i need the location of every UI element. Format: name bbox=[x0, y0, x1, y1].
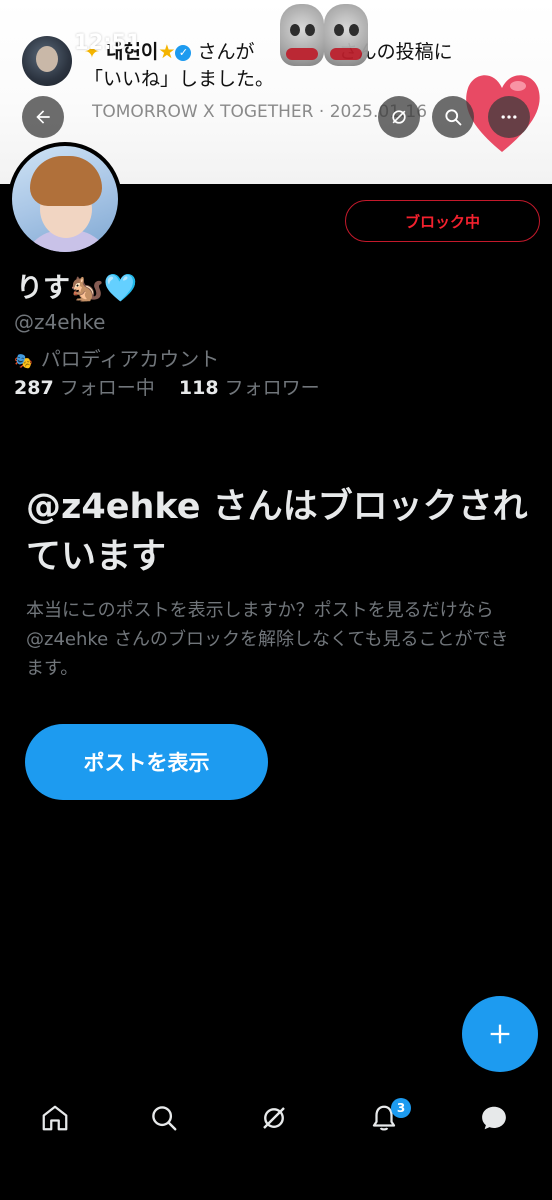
view-post-button[interactable]: ポストを表示 bbox=[25, 724, 268, 800]
grok-icon bbox=[263, 1107, 285, 1129]
home-icon bbox=[42, 1105, 68, 1131]
arrow-left-icon bbox=[36, 110, 50, 124]
compose-button[interactable] bbox=[462, 996, 538, 1072]
theater-mask-icon: 🎭 bbox=[14, 352, 33, 370]
search-button[interactable] bbox=[432, 96, 474, 138]
blocked-title: @z4ehke さんはブロックされています bbox=[26, 487, 528, 577]
blocked-button[interactable]: ブロック中 bbox=[345, 200, 540, 242]
profile-avatar[interactable] bbox=[8, 142, 122, 256]
more-button[interactable] bbox=[488, 96, 530, 138]
messages-icon bbox=[482, 1106, 506, 1130]
following-label: フォロー中 bbox=[59, 377, 155, 399]
notification-line-2: 「いいね」しました。 bbox=[84, 68, 275, 90]
back-button[interactable] bbox=[22, 96, 64, 138]
notifications-badge: 3 bbox=[391, 1098, 411, 1118]
nav-messages[interactable] bbox=[474, 1098, 514, 1138]
following-count: 287 bbox=[14, 377, 54, 399]
parody-label: 🎭 パロディアカウント bbox=[14, 343, 219, 372]
plush-sticker-right bbox=[324, 4, 368, 66]
bottom-nav bbox=[0, 1080, 552, 1160]
more-dots-icon bbox=[501, 115, 517, 119]
search-icon bbox=[445, 109, 462, 126]
star-icon: ★ bbox=[158, 41, 176, 63]
nav-search[interactable] bbox=[144, 1098, 184, 1138]
grok-icon bbox=[392, 110, 406, 124]
display-name: りす🐿️🩵 bbox=[16, 273, 138, 304]
user-handle: @z4ehke bbox=[14, 310, 106, 334]
status-time: 12:51 bbox=[74, 30, 141, 54]
verified-badge-icon: ✓ bbox=[175, 45, 192, 61]
plush-sticker-left bbox=[280, 4, 324, 66]
plus-icon bbox=[490, 1024, 510, 1044]
nav-home[interactable] bbox=[35, 1098, 75, 1138]
blocked-description: 本当にこのポストを表示しますか？ポストを見るだけなら @z4ehke さんのブロ… bbox=[26, 600, 509, 679]
nav-grok[interactable] bbox=[254, 1098, 294, 1138]
search-icon bbox=[152, 1106, 177, 1131]
follow-stats: 287 フォロー中 118 フォロワー bbox=[14, 373, 320, 400]
followers-link[interactable]: 118 フォロワー bbox=[179, 377, 320, 399]
notification-text-a: さんが bbox=[197, 41, 255, 63]
followers-label: フォロワー bbox=[224, 377, 320, 399]
following-link[interactable]: 287 フォロー中 bbox=[14, 377, 155, 399]
followers-count: 118 bbox=[178, 377, 219, 399]
notification-avatar bbox=[22, 36, 72, 86]
parody-label-text: パロディアカウント bbox=[40, 347, 220, 371]
grok-button[interactable] bbox=[378, 96, 420, 138]
